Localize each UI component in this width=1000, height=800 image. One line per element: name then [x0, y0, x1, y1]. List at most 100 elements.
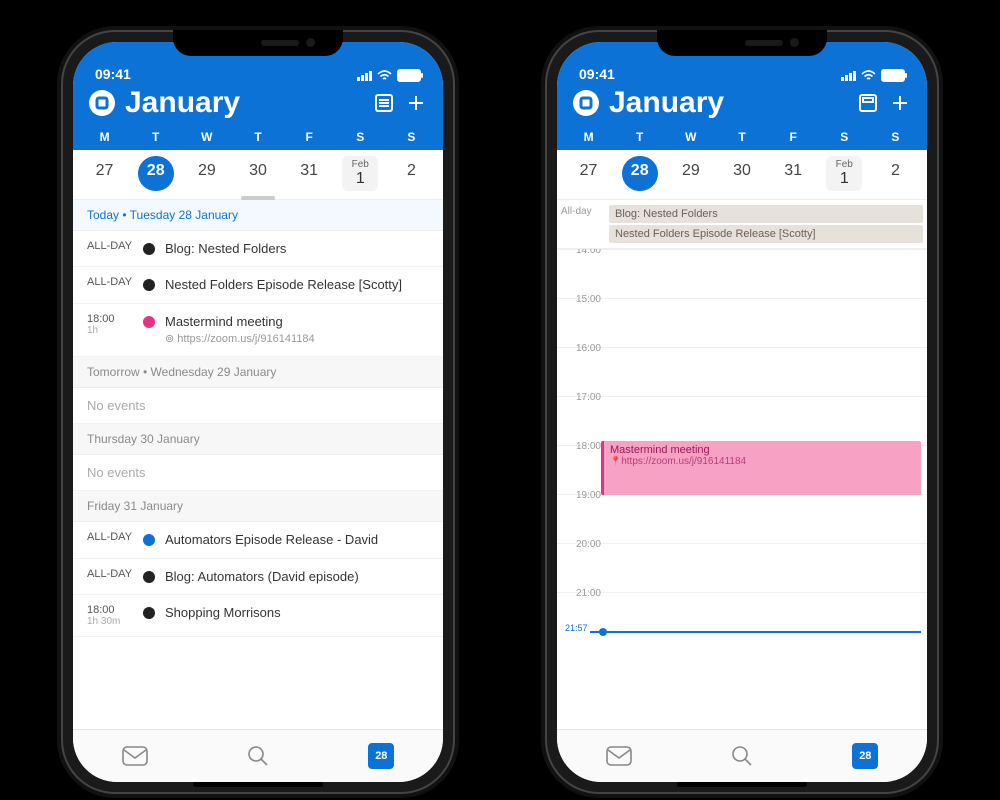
event-location: https://zoom.us/j/916141184 — [610, 456, 915, 467]
calendar-dot-icon — [143, 571, 155, 583]
tab-search[interactable] — [228, 744, 288, 768]
status-time: 09:41 — [579, 66, 615, 82]
header: January — [557, 84, 927, 126]
section-header: Thursday 30 January — [73, 424, 443, 455]
section-header: Today • Tuesday 28 January — [73, 200, 443, 231]
wifi-icon — [377, 70, 392, 82]
view-toggle-agenda-icon[interactable] — [373, 92, 395, 114]
hour-label: 18:00 — [557, 439, 607, 487]
tab-mail[interactable] — [105, 746, 165, 766]
date-cell[interactable]: 2 — [393, 156, 429, 191]
event-title: Shopping Morrisons — [165, 604, 429, 627]
no-events-label: No events — [73, 455, 443, 491]
date-strip[interactable]: 27 28 29 30 31 Feb1 2 — [557, 150, 927, 200]
agenda-list[interactable]: Today • Tuesday 28 January ALL-DAY Blog: N… — [73, 200, 443, 729]
hour-label: 14:00 — [557, 249, 607, 291]
month-title[interactable]: January — [609, 86, 847, 120]
event-title: Mastermind meeting — [610, 444, 915, 456]
section-header: Friday 31 January — [73, 491, 443, 522]
calendar-dot-icon — [143, 534, 155, 546]
event-time: 18:001h — [87, 313, 133, 347]
phone-agenda: 09:41 January MTWTFSS 27 28 29 30 31 Feb1 2 — [61, 30, 455, 794]
event-time: ALL-DAY — [87, 568, 133, 586]
home-indicator[interactable] — [677, 782, 807, 787]
event-title: Blog: Nested Folders — [165, 240, 429, 258]
calendar-icon: 28 — [368, 743, 394, 769]
tab-search[interactable] — [712, 744, 772, 768]
event-row[interactable]: 18:001h Mastermind meetinghttps://zoom.us… — [73, 304, 443, 357]
signal-icon — [841, 71, 856, 81]
date-cell[interactable]: Feb1 — [342, 156, 378, 191]
event-row[interactable]: ALL-DAY Nested Folders Episode Release [S… — [73, 267, 443, 304]
hour-label: 20:00 — [557, 537, 607, 585]
tab-mail[interactable] — [589, 746, 649, 766]
section-header: Tomorrow • Wednesday 29 January — [73, 357, 443, 388]
account-avatar[interactable] — [89, 90, 115, 116]
calendar-dot-icon — [143, 279, 155, 291]
add-event-icon[interactable] — [889, 92, 911, 114]
calendar-dot-icon — [143, 607, 155, 619]
date-cell[interactable]: 2 — [877, 156, 913, 191]
event-row[interactable]: ALL-DAY Automators Episode Release - Davi… — [73, 522, 443, 559]
header: January — [73, 84, 443, 126]
date-cell[interactable]: 27 — [87, 156, 123, 191]
date-cell[interactable]: 31 — [291, 156, 327, 191]
date-cell[interactable]: 27 — [571, 156, 607, 191]
allday-event[interactable]: Nested Folders Episode Release [Scotty] — [609, 225, 923, 243]
hour-label: 16:00 — [557, 341, 607, 389]
event-time: ALL-DAY — [87, 276, 133, 294]
event-row[interactable]: ALL-DAY Blog: Nested Folders — [73, 231, 443, 268]
weekday-row: MTWTFSS — [73, 126, 443, 150]
event-time: ALL-DAY — [87, 240, 133, 258]
hour-grid[interactable]: 14:0015:0016:0017:0018:0019:0020:0021:00… — [557, 249, 927, 729]
notch — [657, 30, 827, 56]
event-row[interactable]: 18:001h 30m Shopping Morrisons — [73, 595, 443, 637]
date-strip[interactable]: 27 28 29 30 31 Feb1 2 — [73, 150, 443, 200]
tab-calendar[interactable]: 28 — [835, 743, 895, 769]
signal-icon — [357, 71, 372, 81]
no-events-label: No events — [73, 388, 443, 424]
allday-event[interactable]: Blog: Nested Folders — [609, 205, 923, 223]
date-cell[interactable]: 31 — [775, 156, 811, 191]
date-cell[interactable]: Feb1 — [826, 156, 862, 191]
event-location: https://zoom.us/j/916141184 — [165, 332, 429, 347]
calendar-dot-icon — [143, 243, 155, 255]
allday-row: All-day Blog: Nested Folders Nested Folde… — [557, 200, 927, 249]
date-cell[interactable]: 30 — [240, 156, 276, 191]
home-indicator[interactable] — [193, 782, 323, 787]
notch — [173, 30, 343, 56]
add-event-icon[interactable] — [405, 92, 427, 114]
drag-handle-icon[interactable] — [241, 196, 275, 200]
date-cell[interactable]: 28 — [622, 156, 658, 191]
phone-dayview: 09:41 January MTWTFSS 27 28 29 30 31 Feb1 2 — [545, 30, 939, 794]
battery-icon — [881, 69, 905, 82]
allday-label: All-day — [557, 200, 609, 248]
date-cell[interactable]: 29 — [189, 156, 225, 191]
date-cell[interactable]: 28 — [138, 156, 174, 191]
status-time: 09:41 — [95, 66, 131, 82]
date-cell[interactable]: 29 — [673, 156, 709, 191]
event-title: Blog: Automators (David episode) — [165, 568, 429, 586]
account-avatar[interactable] — [573, 90, 599, 116]
event-time: ALL-DAY — [87, 531, 133, 549]
event-title: Mastermind meetinghttps://zoom.us/j/9161… — [165, 313, 429, 347]
hour-label: 17:00 — [557, 390, 607, 438]
tab-bar: 28 — [557, 729, 927, 782]
tab-bar: 28 — [73, 729, 443, 782]
weekday-row: MTWTFSS — [557, 126, 927, 150]
event-title: Nested Folders Episode Release [Scotty] — [165, 276, 429, 294]
timed-event[interactable]: Mastermind meetinghttps://zoom.us/j/9161… — [601, 441, 921, 495]
month-title[interactable]: January — [125, 86, 363, 120]
tab-calendar[interactable]: 28 — [351, 743, 411, 769]
calendar-dot-icon — [143, 316, 155, 328]
wifi-icon — [861, 70, 876, 82]
event-title: Automators Episode Release - David — [165, 531, 429, 549]
event-row[interactable]: ALL-DAY Blog: Automators (David episode) — [73, 559, 443, 596]
event-time: 18:001h 30m — [87, 604, 133, 627]
hour-label: 15:00 — [557, 292, 607, 340]
calendar-icon: 28 — [852, 743, 878, 769]
view-toggle-day-icon[interactable] — [857, 92, 879, 114]
hour-label: 19:00 — [557, 488, 607, 536]
battery-icon — [397, 69, 421, 82]
date-cell[interactable]: 30 — [724, 156, 760, 191]
